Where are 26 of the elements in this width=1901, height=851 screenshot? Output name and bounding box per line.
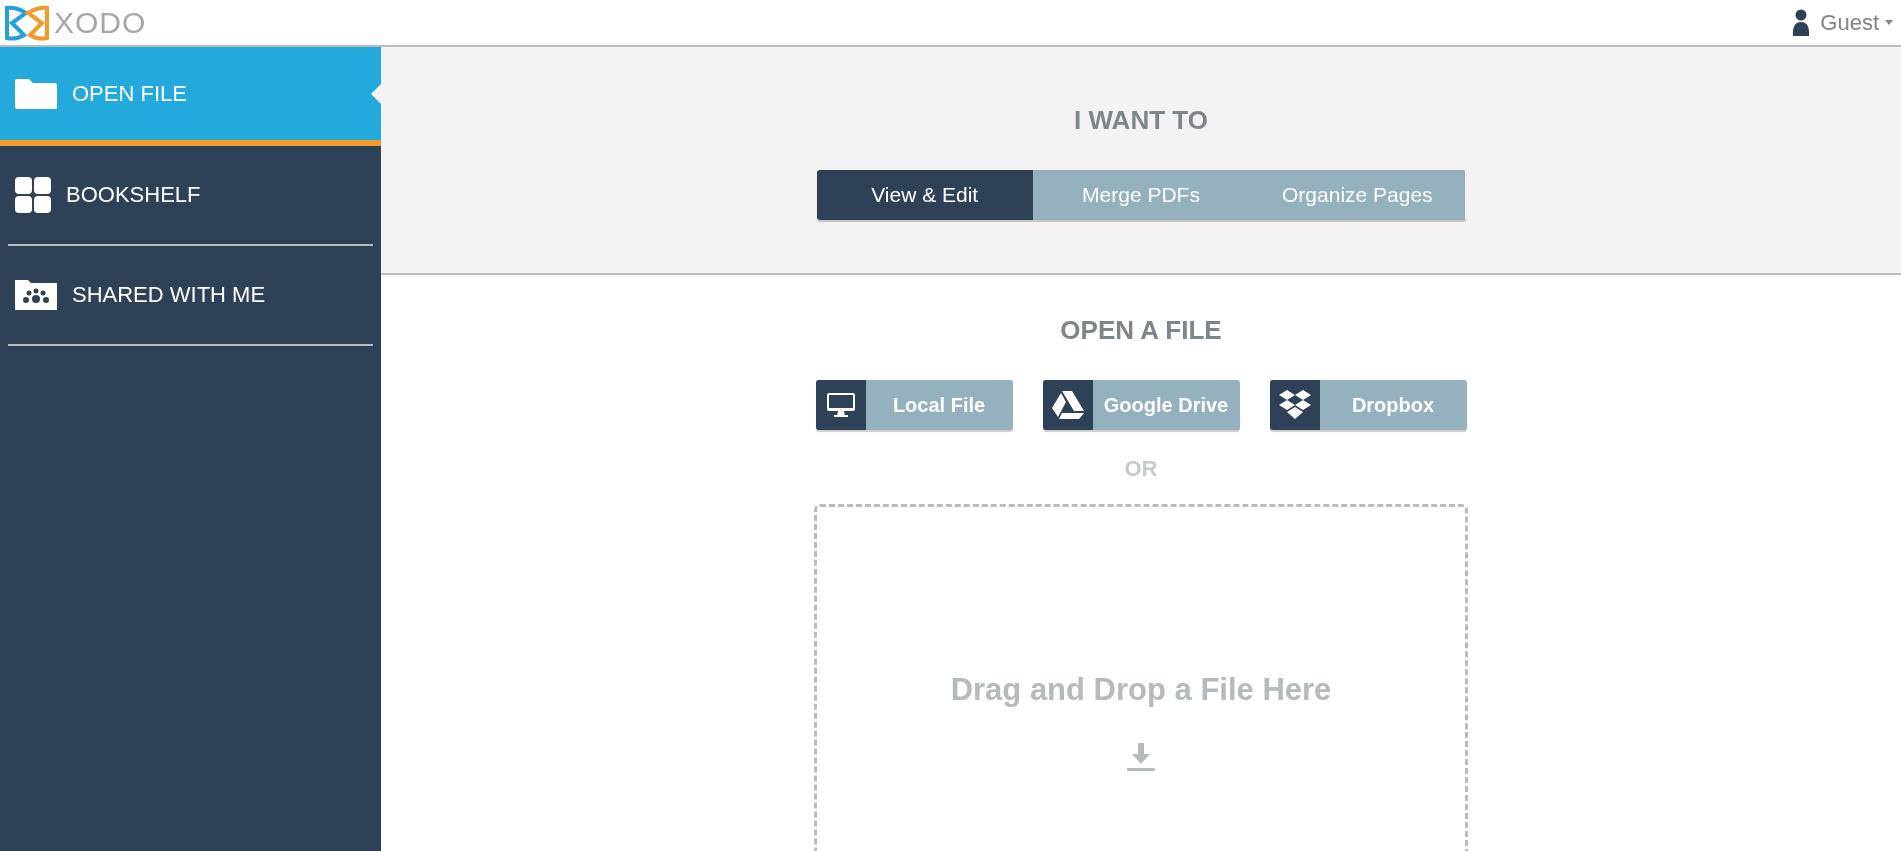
mode-tab[interactable]: Merge PDFs [1032, 170, 1250, 220]
logo-text: XODO [54, 5, 147, 40]
drive-triangle-icon [1050, 390, 1085, 420]
file-source-button[interactable]: Local File [815, 380, 1013, 430]
monitor-icon [825, 392, 856, 418]
download-icon [1126, 742, 1156, 772]
sidebar-item[interactable]: BOOKSHELF [0, 146, 381, 244]
drop-zone-text: Drag and Drop a File Here [950, 672, 1332, 708]
person-icon [1792, 8, 1811, 37]
mode-tab[interactable]: View & Edit [816, 170, 1033, 220]
mode-tab[interactable]: Organize Pages [1249, 170, 1466, 220]
separator-text: OR [1124, 456, 1158, 482]
section-heading: I WANT TO [1074, 105, 1208, 136]
caret-icon [1885, 20, 1893, 25]
sidebar-item[interactable]: SHARED WITH ME [0, 246, 381, 344]
shared-folder-icon [14, 279, 58, 311]
folder-icon [14, 77, 58, 110]
logo-icon [4, 4, 50, 41]
file-source-button[interactable]: Dropbox [1269, 380, 1467, 430]
file-source-button[interactable]: Google Drive [1042, 380, 1240, 430]
sidebar-item[interactable]: OPEN FILE [0, 47, 381, 146]
section-heading: OPEN A FILE [1060, 315, 1222, 346]
grid-icon [14, 176, 52, 214]
drop-zone[interactable]: Drag and Drop a File Here [814, 504, 1468, 851]
user-menu[interactable]: Guest [1820, 9, 1893, 36]
open-box-icon [1277, 389, 1312, 421]
